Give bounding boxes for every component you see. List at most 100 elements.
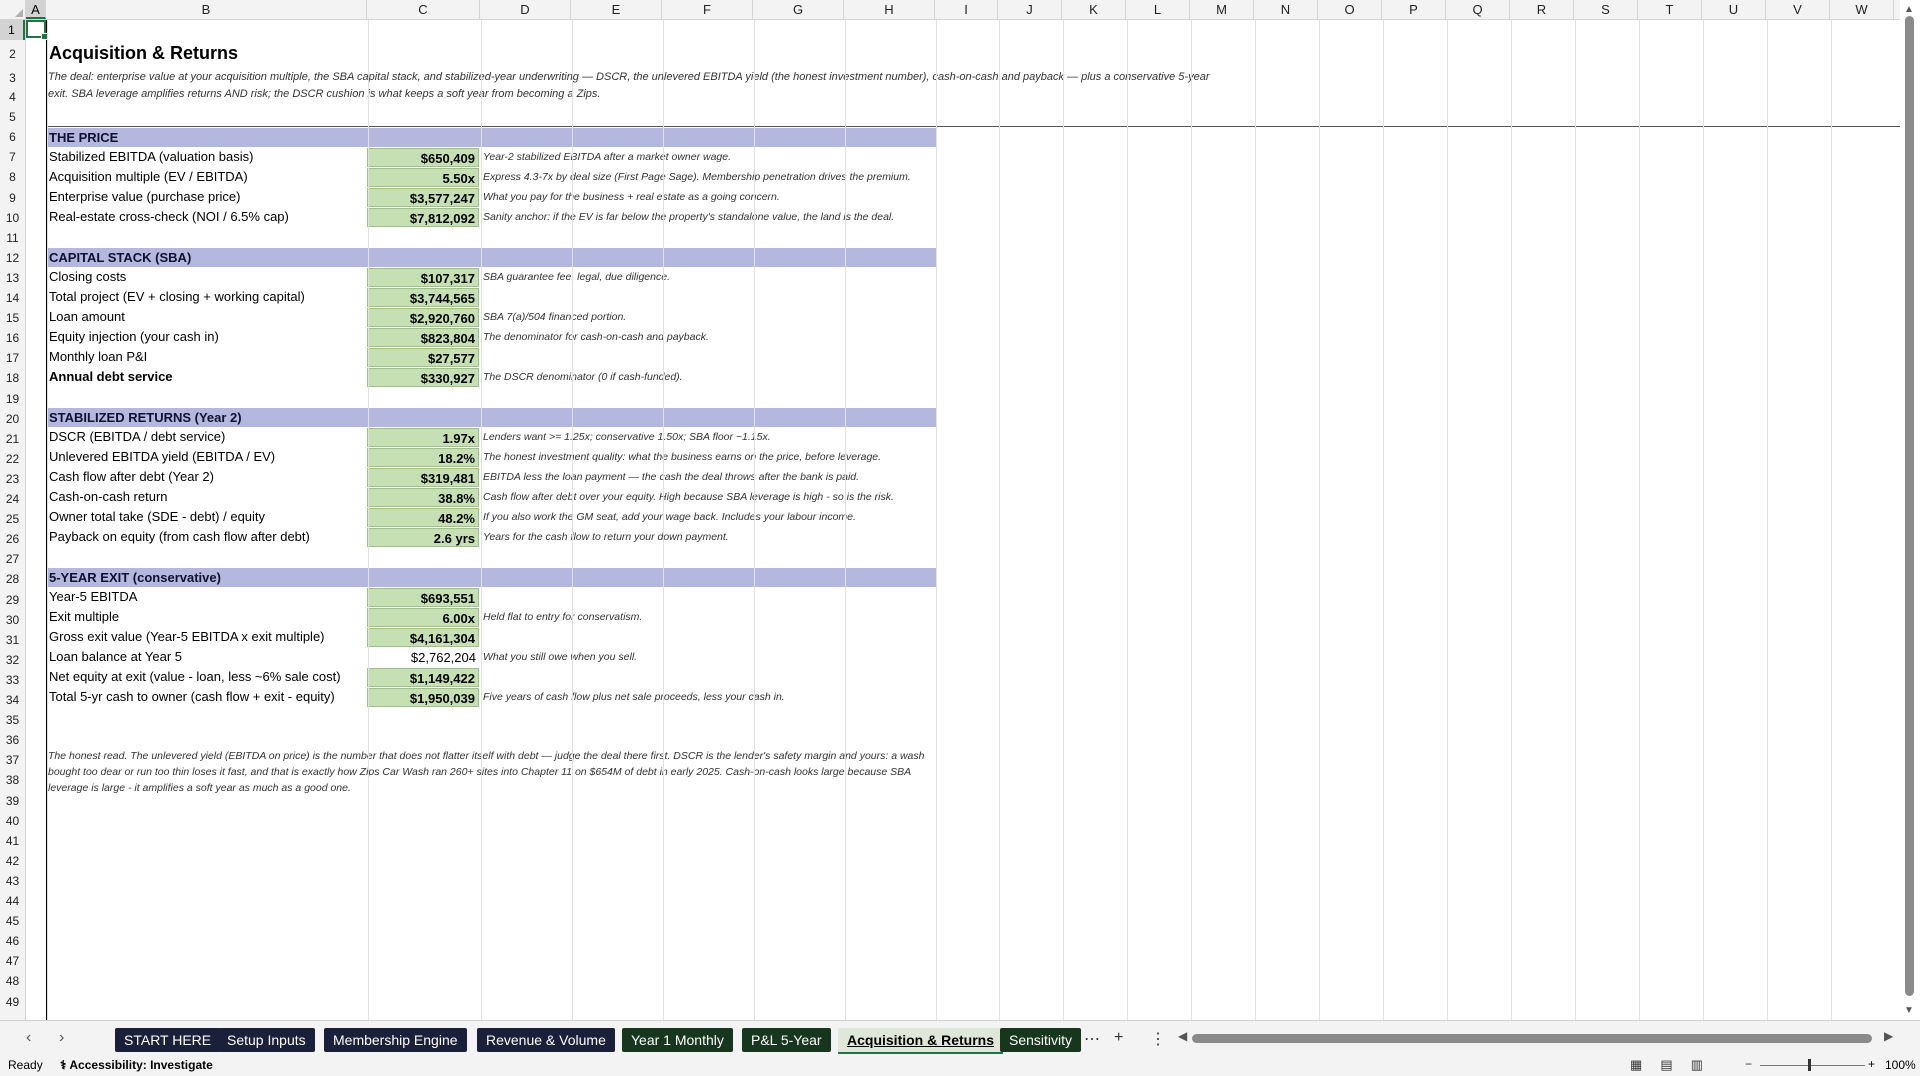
col-header-L[interactable]: L — [1126, 0, 1190, 19]
horizontal-scroll-thumb[interactable] — [1192, 1034, 1872, 1043]
row-header-31[interactable]: 31 — [0, 630, 25, 650]
row-header-16[interactable]: 16 — [0, 328, 25, 348]
row-header-12[interactable]: 12 — [0, 248, 25, 268]
col-header-H[interactable]: H — [844, 0, 935, 19]
row-header-27[interactable]: 27 — [0, 549, 25, 569]
row-header-14[interactable]: 14 — [0, 288, 25, 308]
row-header-34[interactable]: 34 — [0, 690, 25, 710]
col-header-N[interactable]: N — [1254, 0, 1318, 19]
sheet-grid[interactable]: Acquisition & Returns The deal: enterpri… — [26, 20, 1900, 1020]
tab-year1-monthly[interactable]: Year 1 Monthly — [622, 1028, 733, 1052]
row-header-35[interactable]: 35 — [0, 710, 25, 730]
capital-value-0[interactable]: $107,317 — [367, 268, 479, 287]
row-header-26[interactable]: 26 — [0, 529, 25, 549]
row-header-23[interactable]: 23 — [0, 469, 25, 489]
col-header-T[interactable]: T — [1638, 0, 1702, 19]
row-header-2[interactable]: 2 — [0, 41, 25, 61]
row-header-6[interactable]: 6 — [0, 127, 25, 147]
price-value-0[interactable]: $650,409 — [367, 148, 479, 167]
vertical-scroll-thumb[interactable] — [1905, 16, 1914, 996]
scroll-left-icon[interactable]: ◀ — [1178, 1029, 1187, 1043]
returns-value-5[interactable]: 2.6 yrs — [367, 528, 479, 547]
capital-value-4[interactable]: $27,577 — [367, 348, 479, 367]
col-header-U[interactable]: U — [1702, 0, 1766, 19]
returns-value-2[interactable]: $319,481 — [367, 468, 479, 487]
row-header-45[interactable]: 45 — [0, 911, 25, 931]
row-header-40[interactable]: 40 — [0, 811, 25, 831]
col-header-P[interactable]: P — [1382, 0, 1446, 19]
tab-scroll-left-icon[interactable]: ‹ — [26, 1029, 31, 1047]
returns-value-0[interactable]: 1.97x — [367, 428, 479, 447]
accessibility-status[interactable]: ⚕ Accessibility: Investigate — [60, 1058, 213, 1072]
zoom-out-icon[interactable]: − — [1745, 1057, 1752, 1071]
scroll-up-icon[interactable]: ▲ — [1904, 4, 1914, 15]
row-header-48[interactable]: 48 — [0, 971, 25, 991]
select-all-corner[interactable] — [0, 0, 26, 19]
capital-value-2[interactable]: $2,920,760 — [367, 308, 479, 327]
col-header-E[interactable]: E — [571, 0, 662, 19]
col-header-O[interactable]: O — [1318, 0, 1382, 19]
row-header-3[interactable]: 3 — [0, 68, 25, 88]
page-break-view-icon[interactable]: ▥ — [1691, 1057, 1703, 1072]
scroll-right-icon[interactable]: ▶ — [1884, 1029, 1893, 1043]
col-header-M[interactable]: M — [1190, 0, 1254, 19]
col-header-A[interactable]: A — [26, 0, 46, 19]
row-header-10[interactable]: 10 — [0, 208, 25, 228]
exit-value-2[interactable]: $4,161,304 — [367, 628, 479, 647]
horizontal-scrollbar[interactable]: ◀ ▶ — [1178, 1029, 1893, 1044]
row-header-37[interactable]: 37 — [0, 750, 25, 770]
tab-setup-inputs[interactable]: Setup Inputs — [218, 1028, 315, 1052]
exit-value-4[interactable]: $1,149,422 — [367, 668, 479, 687]
row-header-18[interactable]: 18 — [0, 368, 25, 388]
col-header-S[interactable]: S — [1574, 0, 1638, 19]
row-header-8[interactable]: 8 — [0, 167, 25, 187]
tab-options-icon[interactable]: ⋮ — [1150, 1029, 1166, 1049]
col-header-F[interactable]: F — [662, 0, 753, 19]
row-header-11[interactable]: 11 — [0, 228, 25, 248]
row-header-15[interactable]: 15 — [0, 308, 25, 328]
returns-value-1[interactable]: 18.2% — [367, 448, 479, 467]
row-header-29[interactable]: 29 — [0, 590, 25, 610]
row-header-19[interactable]: 19 — [0, 389, 25, 409]
row-header-22[interactable]: 22 — [0, 449, 25, 469]
price-value-3[interactable]: $7,812,092 — [367, 208, 479, 227]
tab-acquisition-returns[interactable]: Acquisition & Returns — [838, 1028, 1004, 1055]
more-tabs-icon[interactable]: ⋯ — [1084, 1029, 1100, 1049]
col-header-G[interactable]: G — [753, 0, 844, 19]
price-value-2[interactable]: $3,577,247 — [367, 188, 479, 207]
row-header-49[interactable]: 49 — [0, 992, 25, 1012]
tab-start-here[interactable]: START HERE — [115, 1028, 221, 1052]
capital-value-3[interactable]: $823,804 — [367, 328, 479, 347]
vertical-scrollbar[interactable]: ▲ ▼ — [1900, 0, 1920, 1020]
row-header-17[interactable]: 17 — [0, 348, 25, 368]
row-header-7[interactable]: 7 — [0, 147, 25, 167]
exit-value-3[interactable]: $2,762,204 — [367, 648, 479, 667]
zoom-slider-knob[interactable] — [1808, 1059, 1811, 1071]
exit-value-5[interactable]: $1,950,039 — [367, 688, 479, 707]
exit-value-1[interactable]: 6.00x — [367, 608, 479, 627]
exit-value-0[interactable]: $693,551 — [367, 588, 479, 607]
tab-revenue-volume[interactable]: Revenue & Volume — [477, 1028, 615, 1052]
row-header-36[interactable]: 36 — [0, 730, 25, 750]
col-header-R[interactable]: R — [1510, 0, 1574, 19]
row-header-44[interactable]: 44 — [0, 891, 25, 911]
row-header-32[interactable]: 32 — [0, 650, 25, 670]
row-header-47[interactable]: 47 — [0, 951, 25, 971]
capital-value-1[interactable]: $3,744,565 — [367, 288, 479, 307]
zoom-in-icon[interactable]: + — [1868, 1057, 1875, 1071]
row-header-30[interactable]: 30 — [0, 610, 25, 630]
row-header-1[interactable]: 1 — [0, 20, 25, 40]
col-header-K[interactable]: K — [1062, 0, 1126, 19]
returns-value-4[interactable]: 48.2% — [367, 508, 479, 527]
row-header-21[interactable]: 21 — [0, 429, 25, 449]
tab-membership-engine[interactable]: Membership Engine — [324, 1028, 467, 1052]
tab-scroll-right-icon[interactable]: › — [59, 1029, 64, 1047]
col-header-D[interactable]: D — [480, 0, 571, 19]
capital-value-5[interactable]: $330,927 — [367, 368, 479, 387]
add-sheet-icon[interactable]: + — [1114, 1029, 1123, 1047]
col-header-B[interactable]: B — [46, 0, 367, 19]
page-layout-view-icon[interactable]: ▤ — [1660, 1057, 1672, 1072]
row-header-38[interactable]: 38 — [0, 770, 25, 790]
row-header-33[interactable]: 33 — [0, 670, 25, 690]
zoom-level[interactable]: 100% — [1885, 1058, 1916, 1072]
